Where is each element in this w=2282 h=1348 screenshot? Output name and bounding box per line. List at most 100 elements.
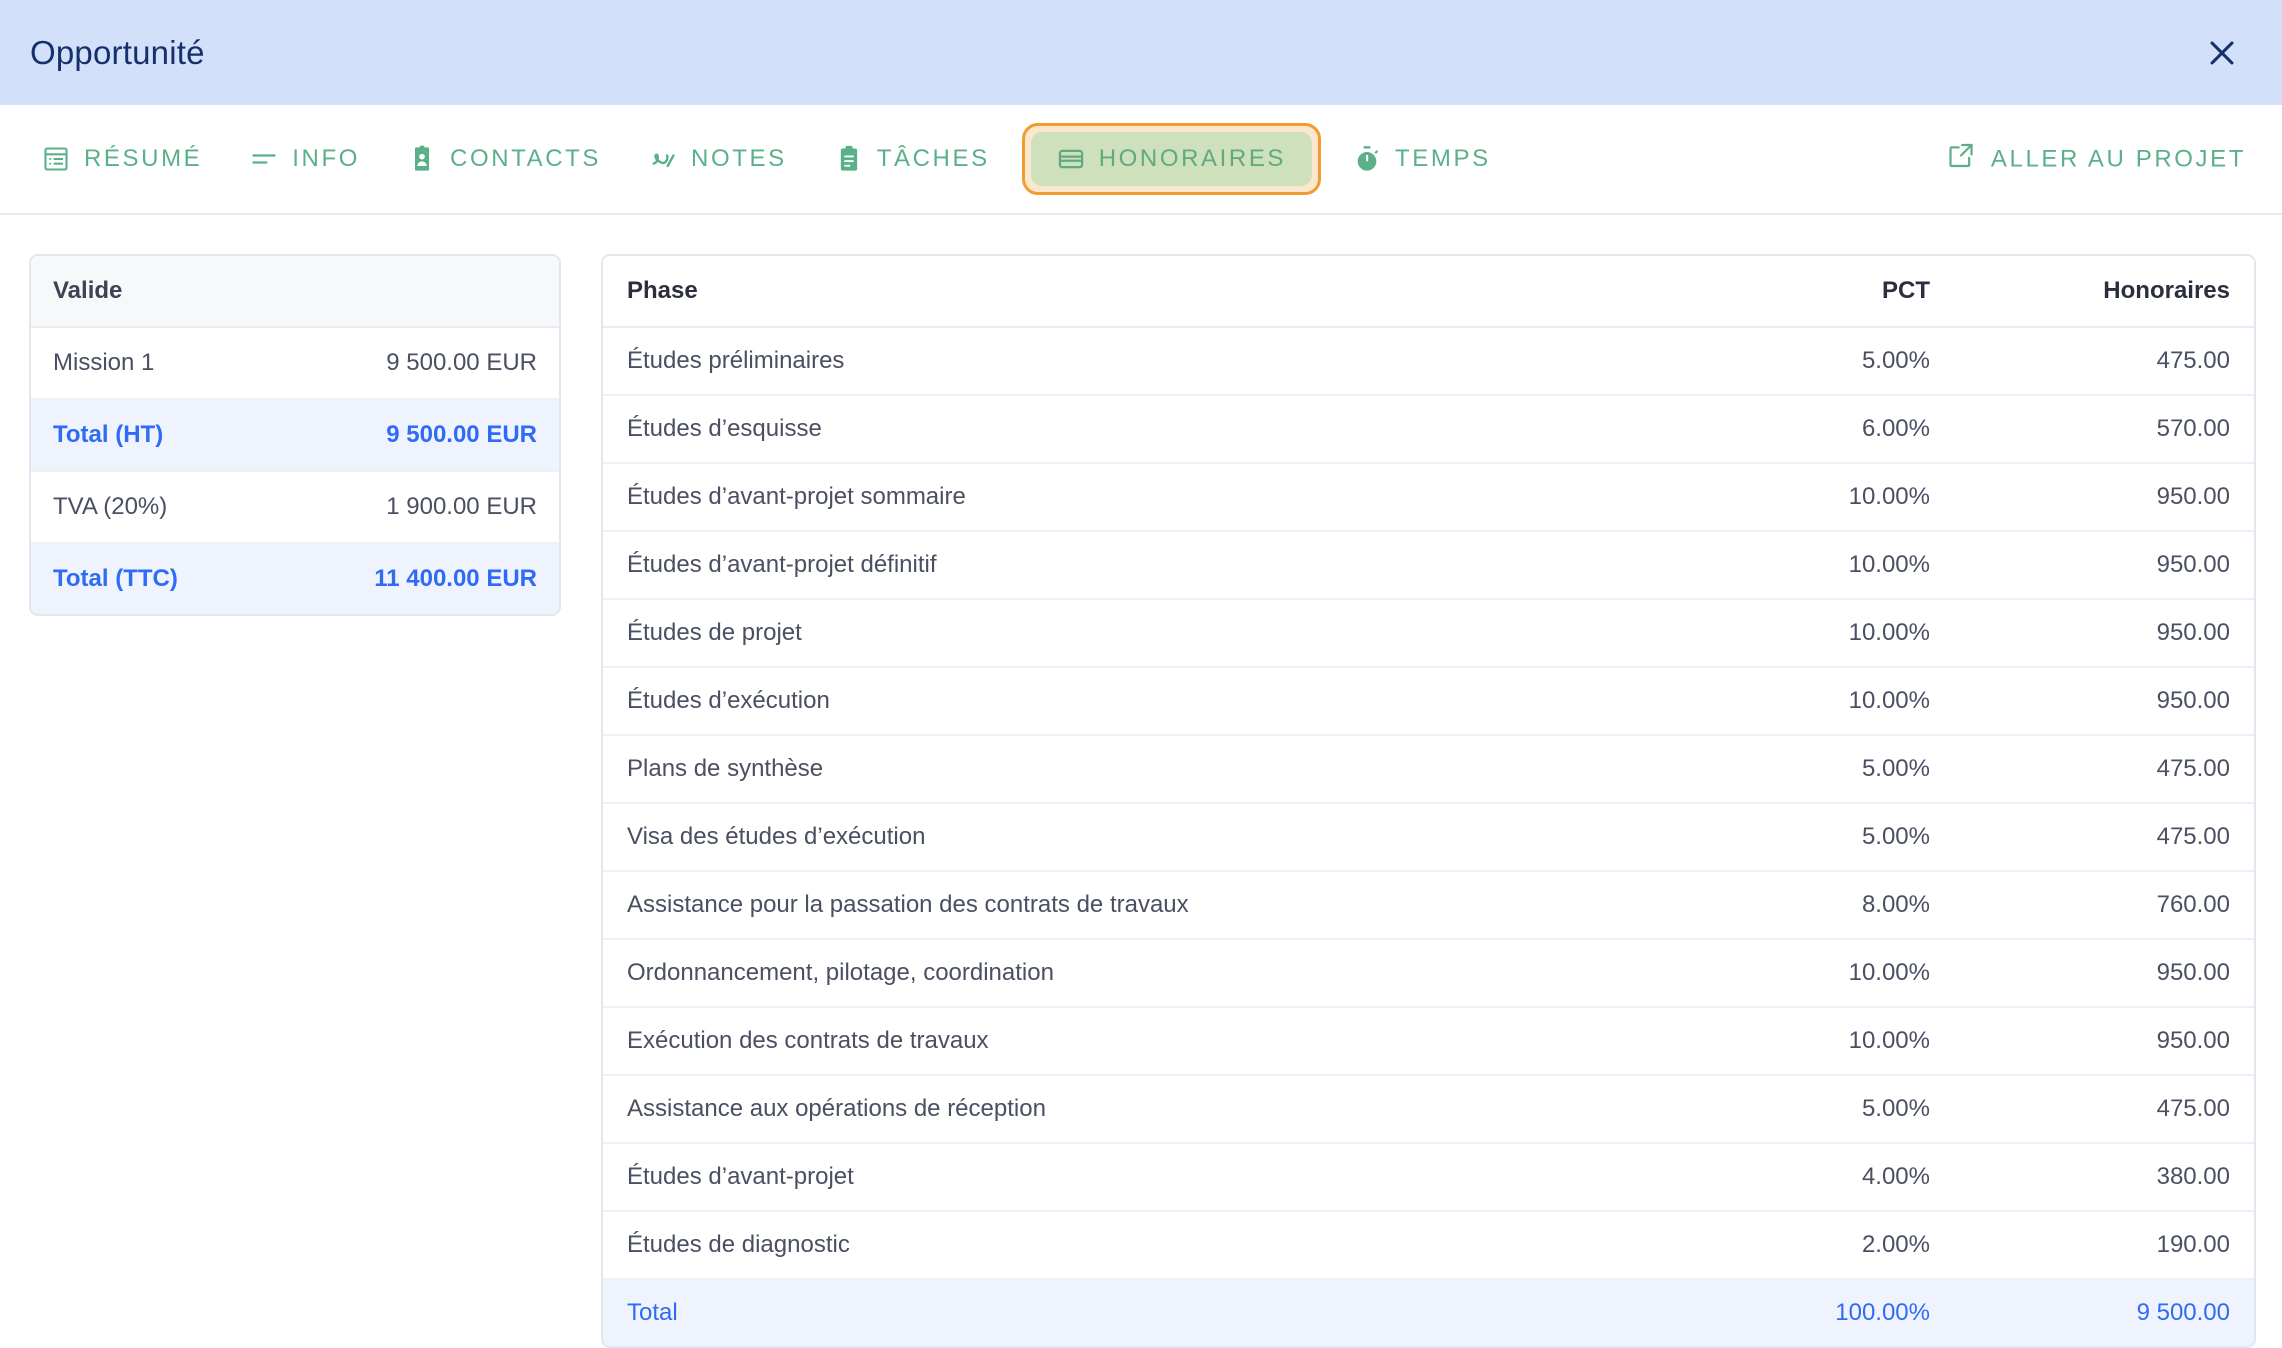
cell-fee: 475.00	[1954, 803, 2254, 872]
summary-row: Total (TTC) 11 400.00 EUR	[31, 544, 559, 614]
tab-label: Honoraires	[1098, 145, 1287, 172]
cell-pct: 5.00%	[1654, 735, 1954, 804]
credit-card-icon	[1057, 145, 1085, 173]
cell-fee: 475.00	[1954, 1075, 2254, 1144]
goto-project-link[interactable]: Aller au projet	[1941, 141, 2252, 178]
table-row[interactable]: Études préliminaires 5.00% 475.00	[603, 327, 2254, 396]
column-header-pct[interactable]: PCT	[1654, 256, 1954, 328]
table-row[interactable]: Études d’avant-projet sommaire 10.00% 950.…	[603, 463, 2254, 532]
cell-fee: 760.00	[1954, 871, 2254, 940]
cell-phase: Études préliminaires	[603, 327, 1654, 396]
squiggle-icon	[649, 145, 677, 173]
table-row[interactable]: Assistance pour la passation des contrat…	[603, 871, 2254, 940]
close-icon	[2205, 36, 2239, 70]
tab-label: Tâches	[876, 145, 990, 172]
external-link-icon	[1947, 142, 1975, 177]
cell-fee: 475.00	[1954, 327, 2254, 396]
cell-total-fee: 9 500.00	[1954, 1279, 2254, 1346]
tab-label: Info	[292, 145, 361, 172]
tab-notes[interactable]: Notes	[625, 133, 811, 185]
cell-fee: 950.00	[1954, 463, 2254, 532]
cell-phase: Études d’exécution	[603, 667, 1654, 736]
cell-pct: 10.00%	[1654, 599, 1954, 668]
goto-project-label: Aller au projet	[1990, 145, 2246, 172]
table-row[interactable]: Visa des études d’exécution 5.00% 475.00	[603, 803, 2254, 872]
table-row[interactable]: Études d’avant-projet définitif 10.00% 950…	[603, 531, 2254, 600]
tab-list: Résumé Info Contacts	[18, 123, 1515, 195]
cell-pct: 10.00%	[1654, 939, 1954, 1008]
table-row[interactable]: Études d’exécution 10.00% 950.00	[603, 667, 2254, 736]
tab-bar: Résumé Info Contacts	[0, 105, 2282, 215]
fees-table-head: Phase PCT Honoraires	[603, 256, 2254, 328]
cell-phase: Assistance aux opérations de réception	[603, 1075, 1654, 1144]
table-row[interactable]: Études de diagnostic 2.00% 190.00	[603, 1211, 2254, 1280]
summary-row-label: TVA (20%)	[53, 493, 168, 520]
cell-pct: 10.00%	[1654, 531, 1954, 600]
cell-pct: 10.00%	[1654, 1007, 1954, 1076]
summary-row-value: 11 400.00 EUR	[374, 565, 537, 592]
close-button[interactable]	[2196, 27, 2248, 79]
table-row[interactable]: Études d’avant-projet 4.00% 380.00	[603, 1143, 2254, 1212]
cell-phase: Exécution des contrats de travaux	[603, 1007, 1654, 1076]
table-row[interactable]: Assistance aux opérations de réception 5.…	[603, 1075, 2254, 1144]
cell-pct: 4.00%	[1654, 1143, 1954, 1212]
cell-fee: 475.00	[1954, 735, 2254, 804]
dialog-body: Valide Mission 1 9 500.00 EUR Total (HT) 9 …	[0, 215, 2282, 1348]
cell-fee: 950.00	[1954, 667, 2254, 736]
fees-table-body: Études préliminaires 5.00% 475.00 Études d’…	[603, 327, 2254, 1346]
tab-label: Temps	[1395, 145, 1491, 172]
tab-honoraires[interactable]: Honoraires	[1030, 132, 1313, 186]
list-table-icon	[42, 145, 70, 173]
column-header-fee[interactable]: Honoraires	[1954, 256, 2254, 328]
table-row[interactable]: Exécution des contrats de travaux 10.00% 9…	[603, 1007, 2254, 1076]
tab-contacts[interactable]: Contacts	[384, 133, 625, 185]
cell-pct: 5.00%	[1654, 803, 1954, 872]
column-header-phase[interactable]: Phase	[603, 256, 1654, 328]
cell-phase: Études d’avant-projet	[603, 1143, 1654, 1212]
cell-phase: Études de diagnostic	[603, 1211, 1654, 1280]
cell-fee: 380.00	[1954, 1143, 2254, 1212]
cell-pct: 5.00%	[1654, 327, 1954, 396]
summary-row-label: Total (HT)	[53, 421, 164, 448]
tab-taches[interactable]: Tâches	[811, 133, 1014, 185]
cell-pct: 2.00%	[1654, 1211, 1954, 1280]
summary-row-value: 1 900.00 EUR	[386, 493, 537, 520]
cell-phase: Études d’avant-projet définitif	[603, 531, 1654, 600]
table-row[interactable]: Études d’esquisse 6.00% 570.00	[603, 395, 2254, 464]
cell-pct: 10.00%	[1654, 667, 1954, 736]
summary-row-label: Total (TTC)	[53, 565, 178, 592]
table-header-row: Phase PCT Honoraires	[603, 256, 2254, 328]
tab-label: Notes	[691, 145, 787, 172]
summary-row-label: Mission 1	[53, 349, 155, 376]
cell-total-pct: 100.00%	[1654, 1279, 1954, 1346]
table-row[interactable]: Plans de synthèse 5.00% 475.00	[603, 735, 2254, 804]
tab-resume[interactable]: Résumé	[18, 133, 226, 185]
table-row[interactable]: Études de projet 10.00% 950.00	[603, 599, 2254, 668]
fees-table-card: Phase PCT Honoraires Études préliminaire…	[601, 254, 2256, 1348]
summary-row: TVA (20%) 1 900.00 EUR	[31, 472, 559, 544]
summary-row-value: 9 500.00 EUR	[386, 421, 537, 448]
cell-phase: Études d’esquisse	[603, 395, 1654, 464]
cell-pct: 5.00%	[1654, 1075, 1954, 1144]
summary-row-value: 9 500.00 EUR	[386, 349, 537, 376]
summary-row-list: Mission 1 9 500.00 EUR Total (HT) 9 500.00 …	[31, 328, 559, 614]
table-total-row: Total 100.00% 9 500.00	[603, 1279, 2254, 1346]
tab-honoraires-focus-ring: Honoraires	[1021, 123, 1322, 195]
cell-phase: Assistance pour la passation des contrat…	[603, 871, 1654, 940]
tab-temps[interactable]: Temps	[1329, 133, 1515, 185]
cell-pct: 6.00%	[1654, 395, 1954, 464]
tab-info[interactable]: Info	[226, 133, 384, 185]
summary-header: Valide	[31, 256, 559, 328]
cell-fee: 950.00	[1954, 939, 2254, 1008]
stopwatch-icon	[1353, 145, 1381, 173]
summary-card: Valide Mission 1 9 500.00 EUR Total (HT) 9 …	[29, 254, 561, 616]
cell-phase: Études d’avant-projet sommaire	[603, 463, 1654, 532]
cell-phase: Plans de synthèse	[603, 735, 1654, 804]
cell-pct: 10.00%	[1654, 463, 1954, 532]
cell-phase: Études de projet	[603, 599, 1654, 668]
cell-fee: 570.00	[1954, 395, 2254, 464]
table-row[interactable]: Ordonnancement, pilotage, coordination 10…	[603, 939, 2254, 1008]
cell-fee: 950.00	[1954, 599, 2254, 668]
cell-fee: 950.00	[1954, 1007, 2254, 1076]
contact-card-icon	[408, 145, 436, 173]
